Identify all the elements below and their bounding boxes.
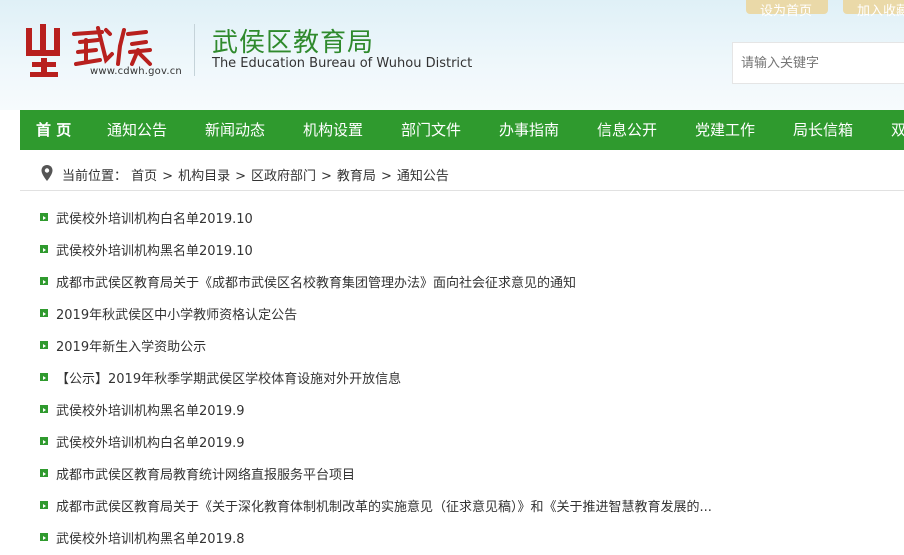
article-link[interactable]: 成都市武侯区教育局教育统计网络直报服务平台项目 <box>56 464 355 483</box>
nav-item-party[interactable]: 党建工作 <box>695 110 755 150</box>
bullet-icon <box>40 213 48 221</box>
article-link[interactable]: 武侯校外培训机构黑名单2019.9 <box>56 400 245 419</box>
list-item: 武侯校外培训机构白名单2019.9 <box>40 425 900 457</box>
nav-item-organization[interactable]: 机构设置 <box>303 110 363 150</box>
breadcrumb-link-notices[interactable]: 通知公告 <box>397 169 449 184</box>
nav-item-home[interactable]: 首 页 <box>36 110 71 150</box>
header-divider <box>194 24 195 76</box>
breadcrumb-text: 当前位置： 首页 > 机构目录 > 区政府部门 > 教育局 > 通知公告 <box>62 165 449 184</box>
set-homepage-button[interactable]: 设为首页 <box>746 0 828 19</box>
bullet-icon <box>40 469 48 477</box>
nav-item-news[interactable]: 新闻动态 <box>205 110 265 150</box>
site-url: www.cdwh.gov.cn <box>90 66 182 77</box>
breadcrumb-link-home[interactable]: 首页 <box>131 169 157 184</box>
article-link[interactable]: 成都市武侯区教育局关于《成都市武侯区名校教育集团管理办法》面向社会征求意见的通知 <box>56 272 576 291</box>
nav-item-notices[interactable]: 通知公告 <box>107 110 167 150</box>
nav-item-guide[interactable]: 办事指南 <box>499 110 559 150</box>
list-item: 武侯校外培训机构白名单2019.10 <box>40 201 900 233</box>
main-nav: 首 页 通知公告 新闻动态 机构设置 部门文件 办事指南 信息公开 党建工作 局… <box>20 110 904 150</box>
article-link[interactable]: 2019年秋武侯区中小学教师资格认定公告 <box>56 304 297 323</box>
list-item: 武侯校外培训机构黑名单2019.10 <box>40 233 900 265</box>
breadcrumb-link-directory[interactable]: 机构目录 <box>178 169 230 184</box>
nav-item-mailbox[interactable]: 局长信箱 <box>793 110 853 150</box>
breadcrumb-separator: > <box>162 169 174 184</box>
list-item: 2019年秋武侯区中小学教师资格认定公告 <box>40 297 900 329</box>
list-item: 2019年新生入学资助公示 <box>40 329 900 361</box>
article-list: 武侯校外培训机构白名单2019.10 武侯校外培训机构黑名单2019.10 成都… <box>40 201 900 553</box>
breadcrumb-link-departments[interactable]: 区政府部门 <box>251 169 316 184</box>
bullet-icon <box>40 245 48 253</box>
article-link[interactable]: 成都市武侯区教育局关于《关于深化教育体制机制改革的实施意见（征求意见稿）》和《关… <box>56 496 712 515</box>
article-link[interactable]: 武侯校外培训机构白名单2019.10 <box>56 208 253 227</box>
list-item: 成都市武侯区教育局关于《关于深化教育体制机制改革的实施意见（征求意见稿）》和《关… <box>40 489 900 521</box>
breadcrumb-label: 当前位置： <box>62 169 128 184</box>
nav-item-more[interactable]: 双 <box>891 110 904 150</box>
site-title: 武侯区教育局 <box>212 28 375 58</box>
breadcrumb-separator: > <box>235 169 246 184</box>
breadcrumb-separator: > <box>321 169 332 184</box>
article-link[interactable]: 武侯校外培训机构白名单2019.9 <box>56 432 245 451</box>
search-input[interactable] <box>732 42 904 84</box>
bullet-icon <box>40 341 48 349</box>
list-item: 成都市武侯区教育局关于《成都市武侯区名校教育集团管理办法》面向社会征求意见的通知 <box>40 265 900 297</box>
bullet-icon <box>40 437 48 445</box>
article-link[interactable]: 武侯校外培训机构黑名单2019.10 <box>56 240 253 259</box>
article-link[interactable]: 2019年新生入学资助公示 <box>56 336 206 355</box>
breadcrumb-separator: > <box>380 169 392 184</box>
list-item: 武侯校外培训机构黑名单2019.9 <box>40 393 900 425</box>
add-favorite-button[interactable]: 加入收藏 <box>843 0 904 19</box>
list-item: 【公示】2019年秋季学期武侯区学校体育设施对外开放信息 <box>40 361 900 393</box>
header: 设为首页 加入收藏 www.cdwh.gov.cn 武侯区教育局 The Edu… <box>0 0 904 110</box>
bullet-icon <box>40 277 48 285</box>
bullet-icon <box>40 405 48 413</box>
nav-item-documents[interactable]: 部门文件 <box>401 110 461 150</box>
bullet-icon <box>40 373 48 381</box>
bullet-icon <box>40 309 48 317</box>
bullet-icon <box>40 501 48 509</box>
site-title-en: The Education Bureau of Wuhou District <box>212 56 473 71</box>
list-item: 武侯校外培训机构黑名单2019.8 <box>40 521 900 553</box>
breadcrumb: 当前位置： 首页 > 机构目录 > 区政府部门 > 教育局 > 通知公告 <box>20 155 904 191</box>
breadcrumb-link-bureau[interactable]: 教育局 <box>337 169 376 184</box>
article-link[interactable]: 武侯校外培训机构黑名单2019.8 <box>56 528 245 547</box>
bullet-icon <box>40 533 48 541</box>
article-link[interactable]: 【公示】2019年秋季学期武侯区学校体育设施对外开放信息 <box>56 368 401 387</box>
location-pin-icon <box>41 165 53 181</box>
list-item: 成都市武侯区教育局教育统计网络直报服务平台项目 <box>40 457 900 489</box>
nav-item-disclosure[interactable]: 信息公开 <box>597 110 657 150</box>
